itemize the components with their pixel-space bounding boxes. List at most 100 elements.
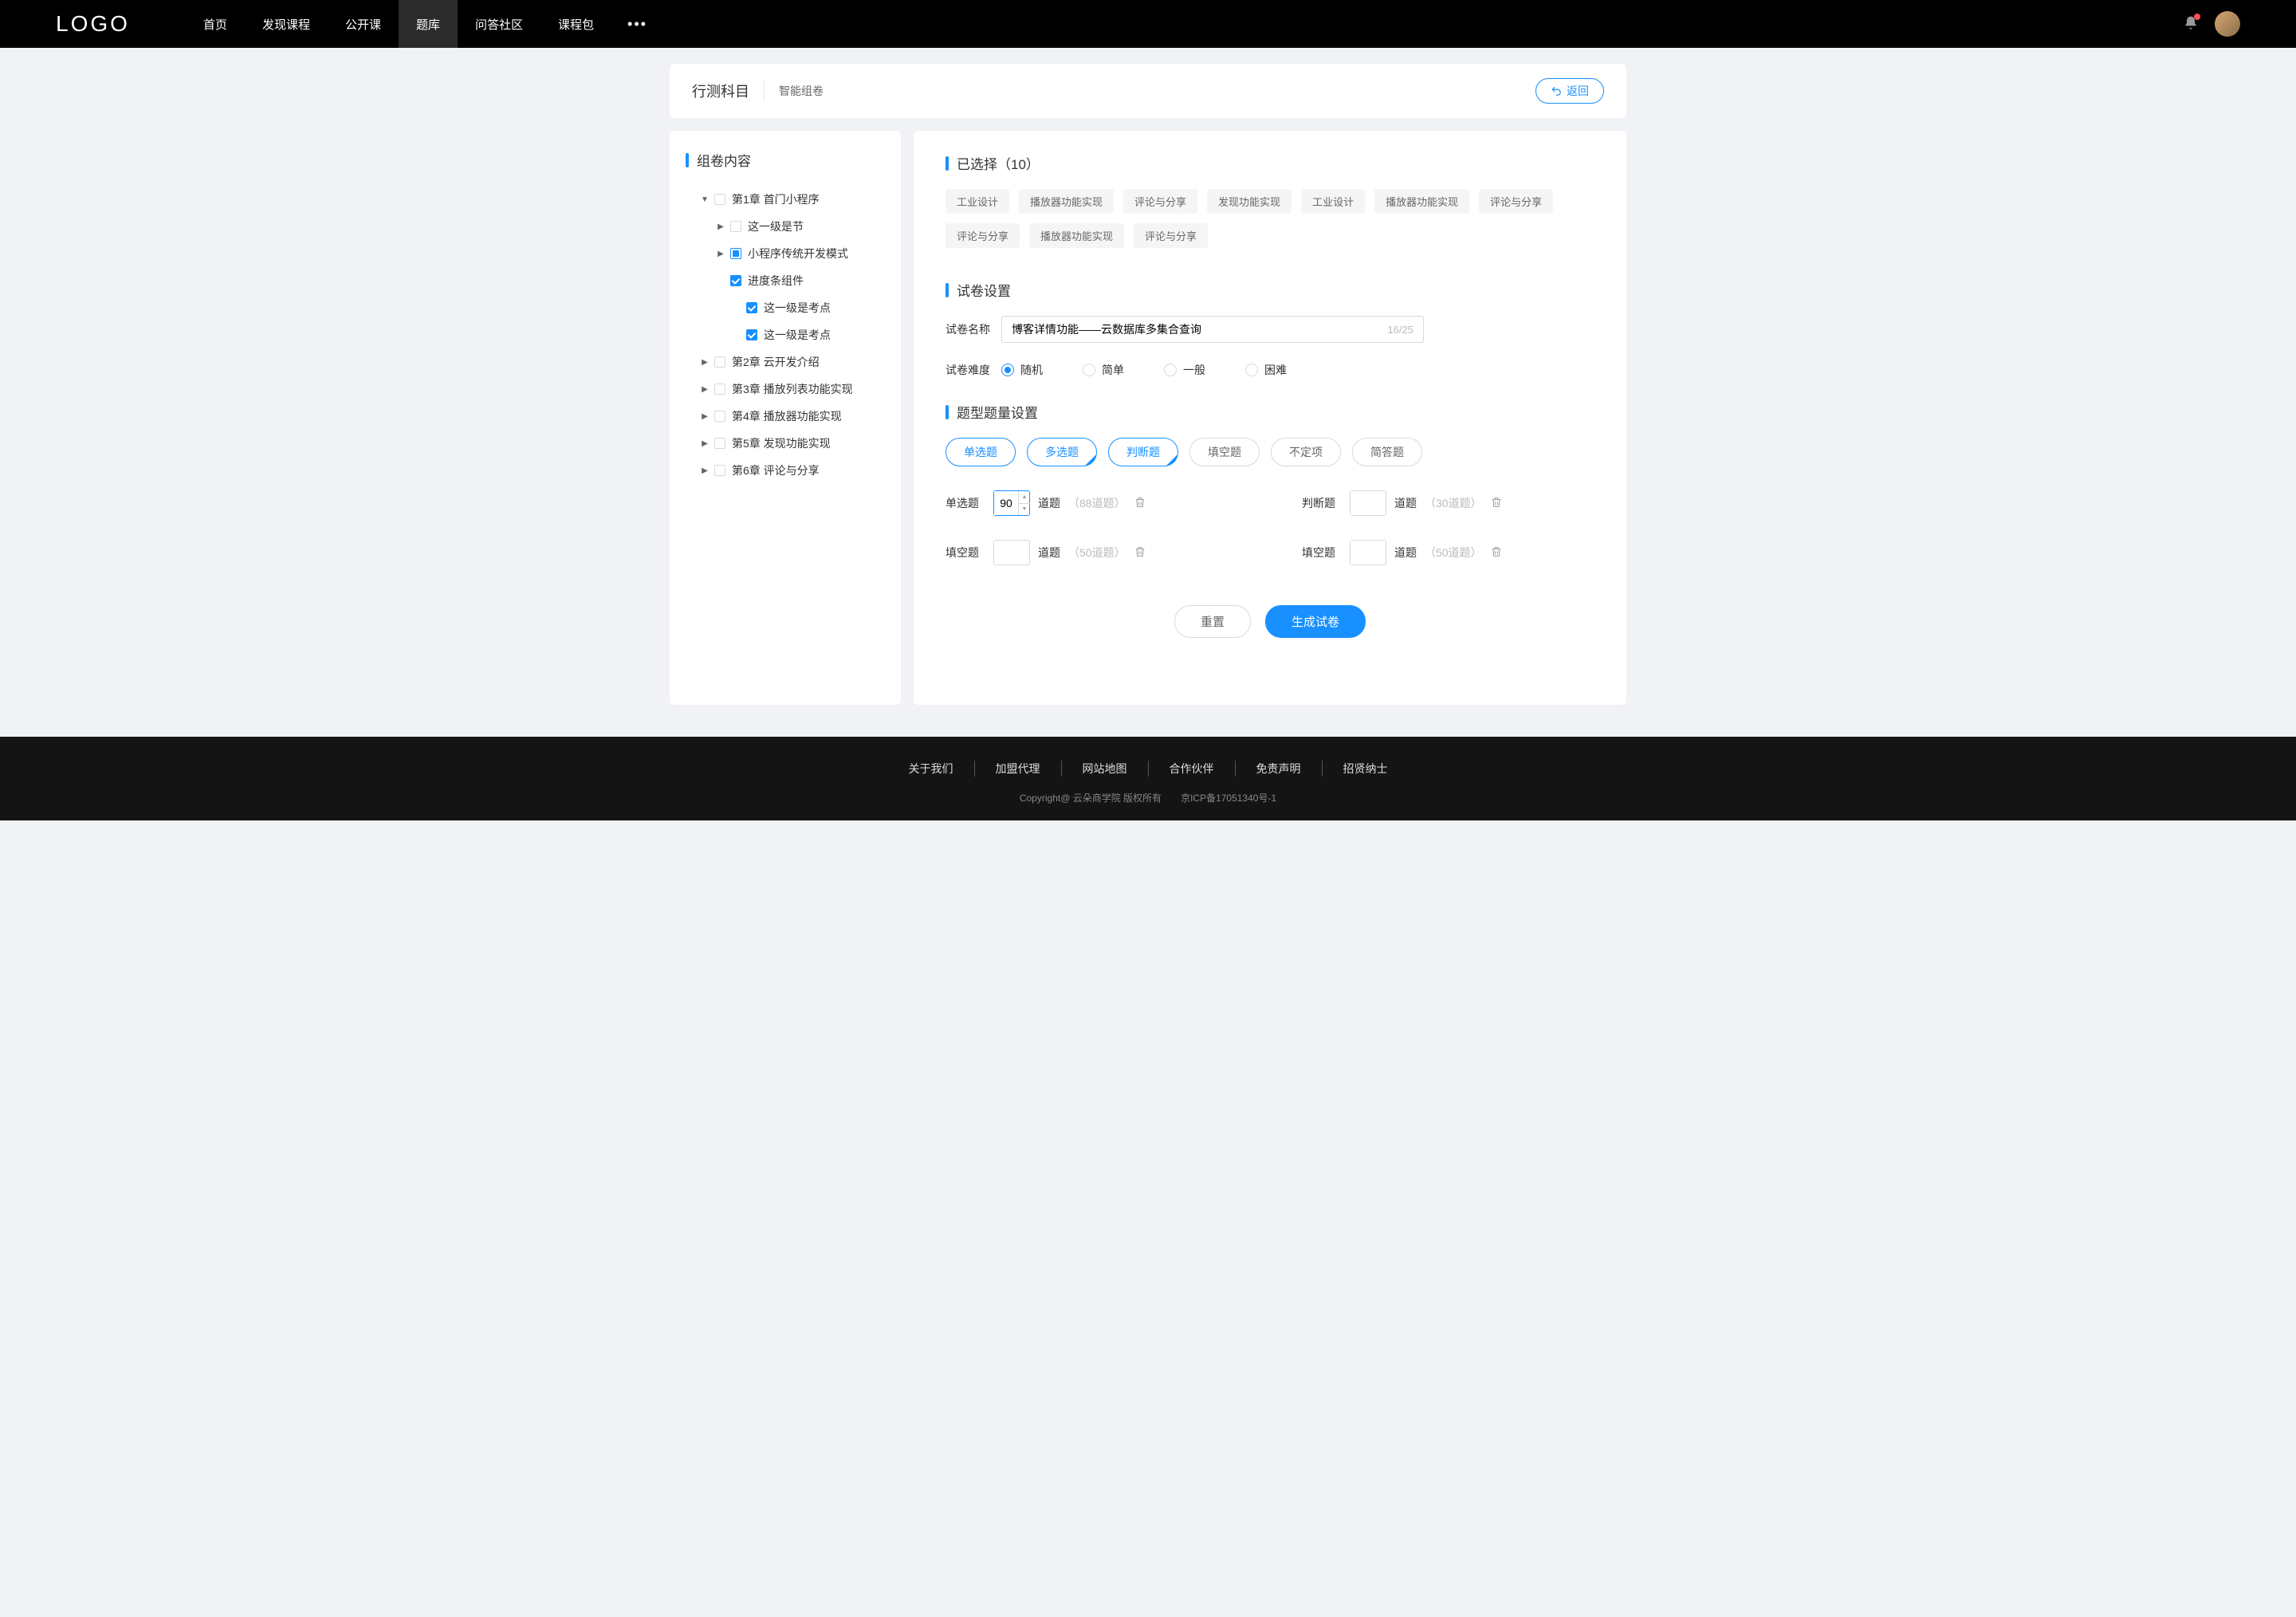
radio-label: 困难	[1264, 362, 1287, 378]
nav-item-3[interactable]: 题库	[399, 0, 458, 48]
delete-icon[interactable]	[1490, 545, 1503, 561]
tree-item[interactable]: ▶第6章 评论与分享	[686, 457, 885, 484]
tree-item[interactable]: ▶第3章 播放列表功能实现	[686, 376, 885, 403]
tree-checkbox[interactable]	[730, 275, 741, 286]
nav-item-1[interactable]: 发现课程	[245, 0, 328, 48]
radio-icon	[1001, 364, 1014, 376]
notification-bell[interactable]	[2183, 15, 2199, 33]
qty-input-wrap[interactable]	[993, 540, 1030, 565]
nav-item-0[interactable]: 首页	[186, 0, 245, 48]
qty-input[interactable]	[1350, 491, 1374, 515]
caret-right-icon[interactable]: ▶	[718, 250, 724, 258]
footer-link[interactable]: 免责声明	[1236, 761, 1323, 777]
difficulty-option[interactable]: 简单	[1083, 362, 1124, 378]
caret-right-icon[interactable]: ▶	[718, 222, 724, 231]
tree-checkbox[interactable]	[730, 221, 741, 232]
qty-row: 单选题▲▼道题（88道题）	[946, 490, 1238, 516]
tree-item[interactable]: 这一级是考点	[686, 294, 885, 321]
caret-right-icon[interactable]: ▶	[702, 385, 708, 394]
footer-links: 关于我们加盟代理网站地图合作伙伴免责声明招贤纳士	[0, 761, 2296, 777]
nav-more-icon[interactable]: •••	[611, 16, 663, 33]
selected-tag[interactable]: 工业设计	[946, 189, 1009, 214]
user-avatar[interactable]	[2215, 11, 2240, 37]
selected-tag[interactable]: 评论与分享	[1134, 223, 1208, 248]
tree-item[interactable]: 这一级是考点	[686, 321, 885, 348]
nav-item-4[interactable]: 问答社区	[458, 0, 541, 48]
generate-button[interactable]: 生成试卷	[1265, 605, 1366, 638]
nav-item-2[interactable]: 公开课	[328, 0, 399, 48]
tree-item[interactable]: ▶ 小程序传统开发模式	[686, 240, 885, 267]
radio-label: 随机	[1020, 362, 1043, 378]
caret-down-icon[interactable]: ▼	[702, 195, 708, 204]
qty-input[interactable]	[994, 491, 1018, 515]
tree-item[interactable]: ▶这一级是节	[686, 213, 885, 240]
tree-checkbox[interactable]	[714, 465, 725, 476]
qty-label: 填空题	[1302, 545, 1342, 561]
qtype-pill[interactable]: 单选题	[946, 438, 1016, 466]
footer-link[interactable]: 招贤纳士	[1323, 761, 1409, 777]
qty-limit: （88道题）	[1068, 495, 1126, 511]
selected-tag[interactable]: 评论与分享	[1123, 189, 1197, 214]
paper-name-field[interactable]	[1012, 323, 1387, 336]
selected-tag[interactable]: 播放器功能实现	[1019, 189, 1114, 214]
qtype-pill[interactable]: 判断题	[1108, 438, 1178, 466]
difficulty-option[interactable]: 随机	[1001, 362, 1043, 378]
back-label: 返回	[1567, 83, 1589, 99]
tree-label: 进度条组件	[748, 273, 804, 289]
tree-checkbox[interactable]	[714, 411, 725, 422]
qtype-pill[interactable]: 填空题	[1189, 438, 1260, 466]
tree-checkbox[interactable]	[714, 438, 725, 449]
reset-button[interactable]: 重置	[1174, 605, 1251, 638]
qty-input[interactable]	[994, 541, 1018, 565]
selected-tag[interactable]: 评论与分享	[1479, 189, 1553, 214]
selected-tag[interactable]: 播放器功能实现	[1374, 189, 1469, 214]
tree-item[interactable]: ▶第4章 播放器功能实现	[686, 403, 885, 430]
qty-input[interactable]	[1350, 541, 1374, 565]
paper-name-input[interactable]: 16/25	[1001, 316, 1424, 343]
selected-tag[interactable]: 工业设计	[1301, 189, 1365, 214]
delete-icon[interactable]	[1490, 496, 1503, 511]
footer-link[interactable]: 网站地图	[1062, 761, 1149, 777]
back-button[interactable]: 返回	[1535, 78, 1604, 104]
qty-input-wrap[interactable]	[1350, 540, 1386, 565]
tree-item[interactable]: ▶第5章 发现功能实现	[686, 430, 885, 457]
selected-tag[interactable]: 评论与分享	[946, 223, 1020, 248]
tree-item[interactable]: ▼ 第1章 首门小程序	[686, 186, 885, 213]
tree-checkbox[interactable]	[714, 356, 725, 368]
tree-label: 第1章 首门小程序	[732, 191, 820, 207]
nav-item-5[interactable]: 课程包	[541, 0, 611, 48]
qtype-pill[interactable]: 简答题	[1352, 438, 1422, 466]
tree-checkbox[interactable]	[746, 329, 757, 340]
caret-right-icon[interactable]: ▶	[702, 466, 708, 475]
delete-icon[interactable]	[1134, 545, 1146, 561]
page-subtitle: 智能组卷	[765, 83, 824, 99]
footer-link[interactable]: 合作伙伴	[1149, 761, 1236, 777]
spin-up-icon[interactable]: ▲	[1019, 491, 1030, 504]
selected-tag[interactable]: 播放器功能实现	[1029, 223, 1124, 248]
selected-tag[interactable]: 发现功能实现	[1207, 189, 1292, 214]
tree-item[interactable]: ▶ 第2章 云开发介绍	[686, 348, 885, 376]
delete-icon[interactable]	[1134, 496, 1146, 511]
difficulty-option[interactable]: 一般	[1164, 362, 1205, 378]
difficulty-option[interactable]: 困难	[1245, 362, 1287, 378]
tree-checkbox[interactable]	[714, 194, 725, 205]
spin-down-icon[interactable]: ▼	[1019, 504, 1030, 516]
caret-right-icon[interactable]: ▶	[702, 412, 708, 421]
qty-input-wrap[interactable]: ▲▼	[993, 490, 1030, 516]
qty-row: 判断题道题（30道题）	[1302, 490, 1594, 516]
qty-limit: （30道题）	[1425, 495, 1482, 511]
qtype-pill[interactable]: 不定项	[1271, 438, 1341, 466]
footer-link[interactable]: 关于我们	[888, 761, 975, 777]
tree-item[interactable]: 进度条组件	[686, 267, 885, 294]
tree-checkbox[interactable]	[730, 248, 741, 259]
settings-title: 试卷设置	[946, 280, 1594, 300]
qtype-pill[interactable]: 多选题	[1027, 438, 1097, 466]
caret-right-icon[interactable]: ▶	[702, 439, 708, 448]
qty-input-wrap[interactable]	[1350, 490, 1386, 516]
tree-label: 第2章 云开发介绍	[732, 354, 820, 370]
footer-link[interactable]: 加盟代理	[975, 761, 1062, 777]
tree-checkbox[interactable]	[714, 384, 725, 395]
tree-label: 小程序传统开发模式	[748, 246, 848, 262]
tree-checkbox[interactable]	[746, 302, 757, 313]
caret-right-icon[interactable]: ▶	[702, 358, 708, 367]
